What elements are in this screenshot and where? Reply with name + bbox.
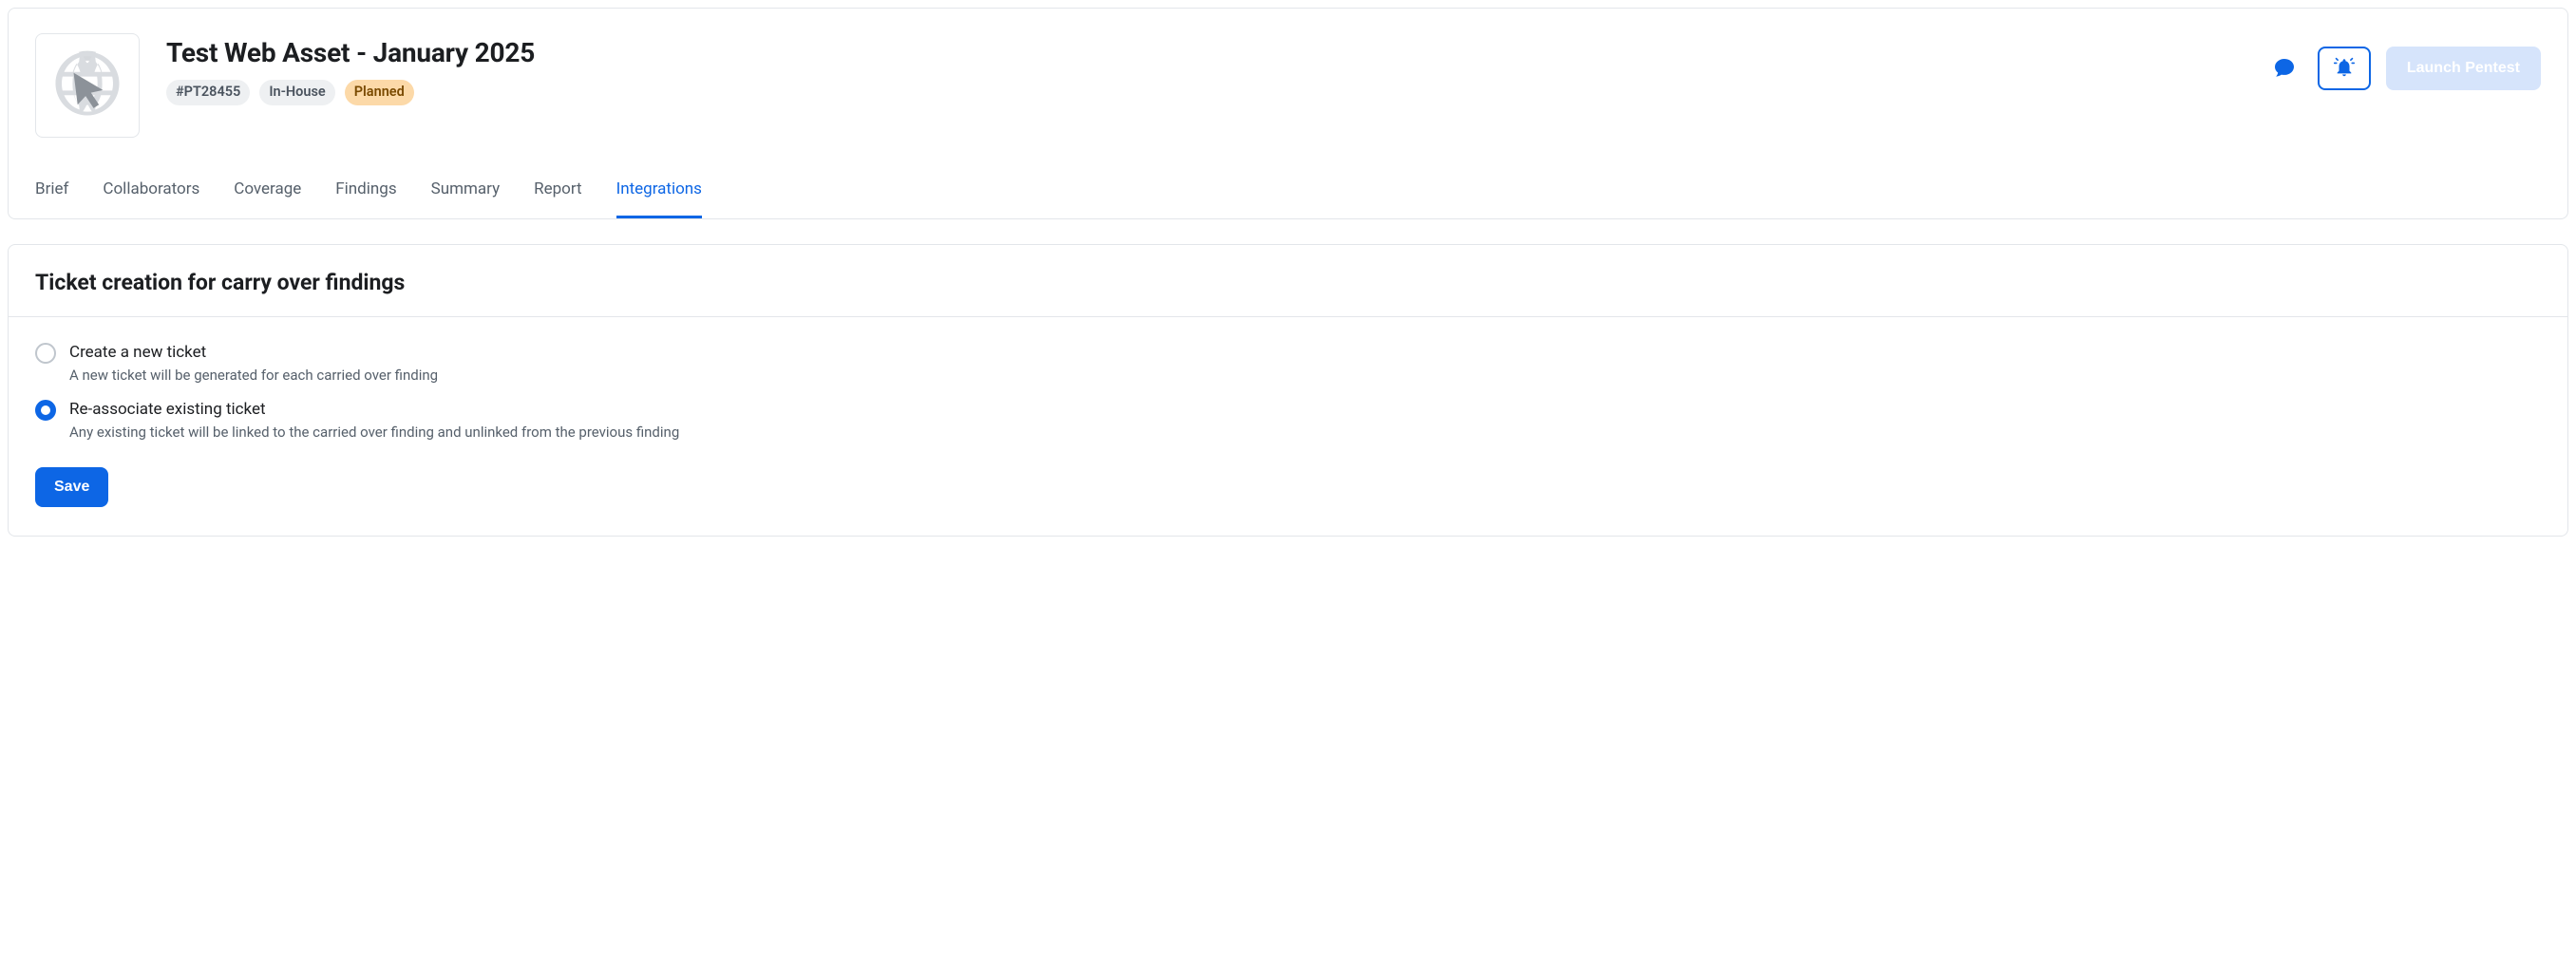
launch-pentest-button[interactable]: Launch Pentest: [2386, 47, 2541, 90]
tab-summary[interactable]: Summary: [431, 179, 500, 218]
radio-indicator: [35, 343, 56, 364]
pentest-type-chip: In-House: [259, 80, 334, 105]
radio-description: Any existing ticket will be linked to th…: [69, 423, 679, 443]
comments-button[interactable]: [2266, 50, 2302, 87]
asset-icon-box: [35, 33, 140, 138]
web-asset-icon: [50, 47, 124, 124]
tab-coverage[interactable]: Coverage: [234, 179, 301, 218]
comment-icon: [2272, 56, 2297, 82]
radio-label: Re-associate existing ticket: [69, 399, 679, 421]
carry-over-settings-card: Ticket creation for carry over findings …: [8, 244, 2568, 537]
pentest-header-card: Test Web Asset - January 2025 #PT28455 I…: [8, 8, 2568, 219]
pentest-id-chip: #PT28455: [166, 80, 250, 105]
pentest-status-chip: Planned: [345, 80, 414, 105]
tabs: Brief Collaborators Coverage Findings Su…: [35, 179, 2541, 218]
radio-description: A new ticket will be generated for each …: [69, 366, 438, 386]
section-heading: Ticket creation for carry over findings: [9, 245, 2567, 317]
tab-collaborators[interactable]: Collaborators: [103, 179, 199, 218]
tab-findings[interactable]: Findings: [335, 179, 396, 218]
radio-option-reassociate[interactable]: Re-associate existing ticket Any existin…: [35, 399, 2541, 443]
ticket-creation-radio-group: Create a new ticket A new ticket will be…: [35, 342, 2541, 443]
bell-alert-icon: [2334, 57, 2355, 81]
notifications-button[interactable]: [2318, 47, 2371, 90]
radio-option-create-new[interactable]: Create a new ticket A new ticket will be…: [35, 342, 2541, 386]
page-title: Test Web Asset - January 2025: [166, 37, 2240, 68]
radio-indicator: [35, 400, 56, 421]
tab-integrations[interactable]: Integrations: [616, 179, 702, 218]
tab-brief[interactable]: Brief: [35, 179, 68, 218]
radio-label: Create a new ticket: [69, 342, 438, 364]
save-button[interactable]: Save: [35, 467, 108, 507]
tab-report[interactable]: Report: [534, 179, 581, 218]
